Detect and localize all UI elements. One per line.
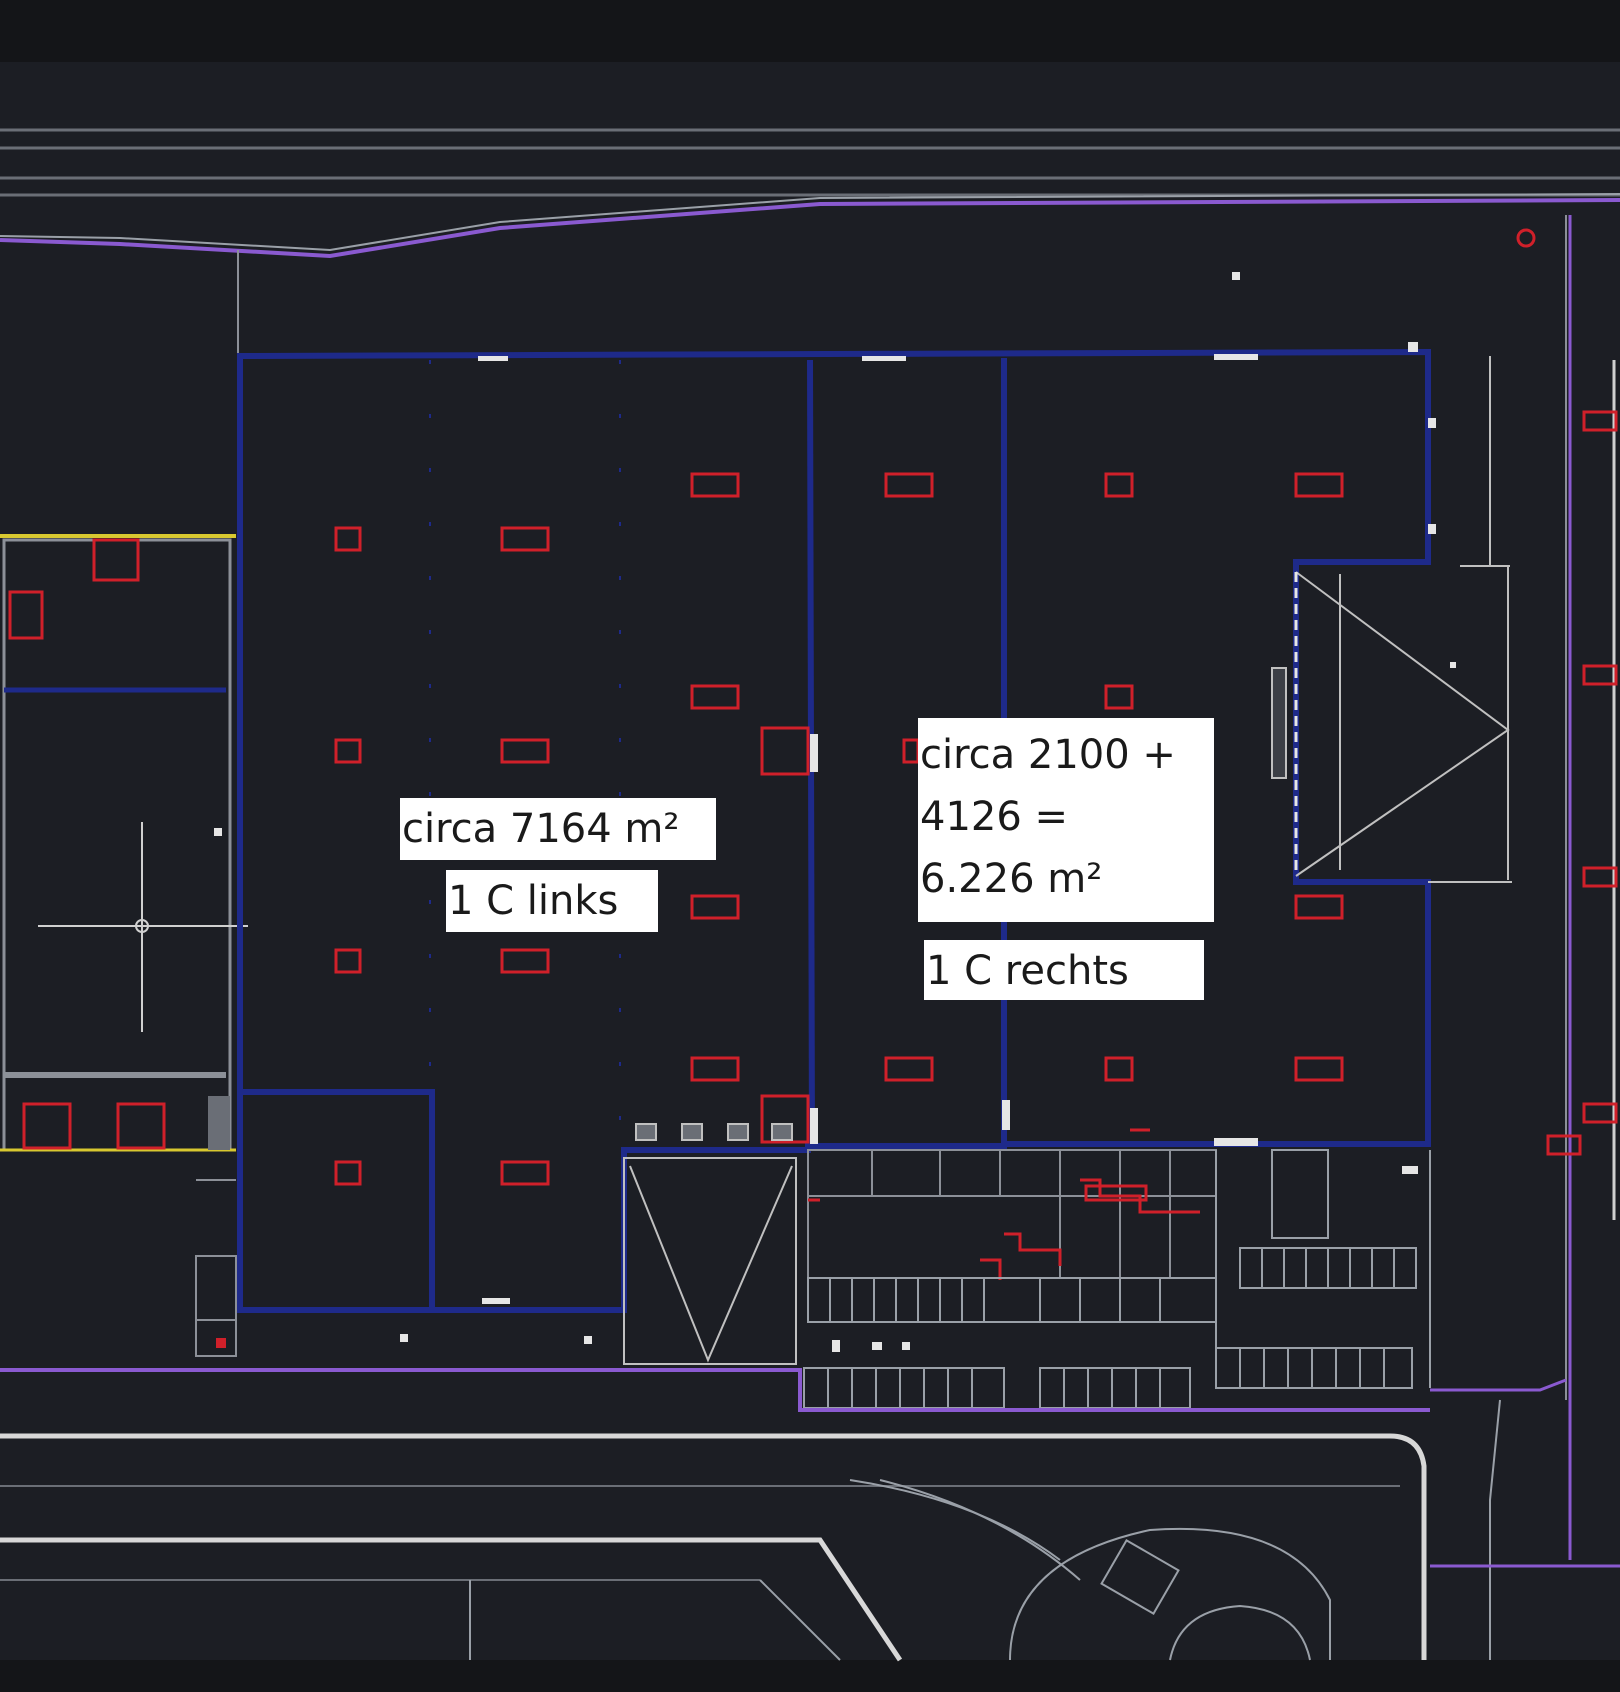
lower-road xyxy=(0,1399,1620,1662)
red-markers xyxy=(334,228,1618,1186)
loading-dock-bottom xyxy=(623,1123,797,1365)
right-area-line-2: 4126 = xyxy=(920,794,1069,840)
left-unit-name-label: 1 C links xyxy=(446,870,658,932)
top-band xyxy=(0,0,1620,62)
roundabout xyxy=(849,1479,1331,1661)
right-unit-area-label: circa 2100 + 4126 = 6.226 m² xyxy=(918,718,1214,922)
loading-dock-right xyxy=(1271,356,1512,883)
boundary-top xyxy=(0,198,1620,259)
office-red-stairs xyxy=(808,1128,1200,1280)
site-plan-drawing xyxy=(0,0,1620,1692)
left-unit-area-label: circa 7164 m² xyxy=(400,798,716,860)
left-bottom-elements xyxy=(195,1179,237,1357)
bottom-band xyxy=(0,1660,1620,1692)
left-neighbour-building xyxy=(0,534,248,1152)
right-area-line-3: 6.226 m² xyxy=(920,856,1103,902)
right-unit-name-label: 1 C rechts xyxy=(924,940,1204,1000)
top-road-lines xyxy=(0,128,1620,197)
office-block xyxy=(807,1149,1217,1279)
right-area-line-1: circa 2100 + xyxy=(920,732,1176,778)
